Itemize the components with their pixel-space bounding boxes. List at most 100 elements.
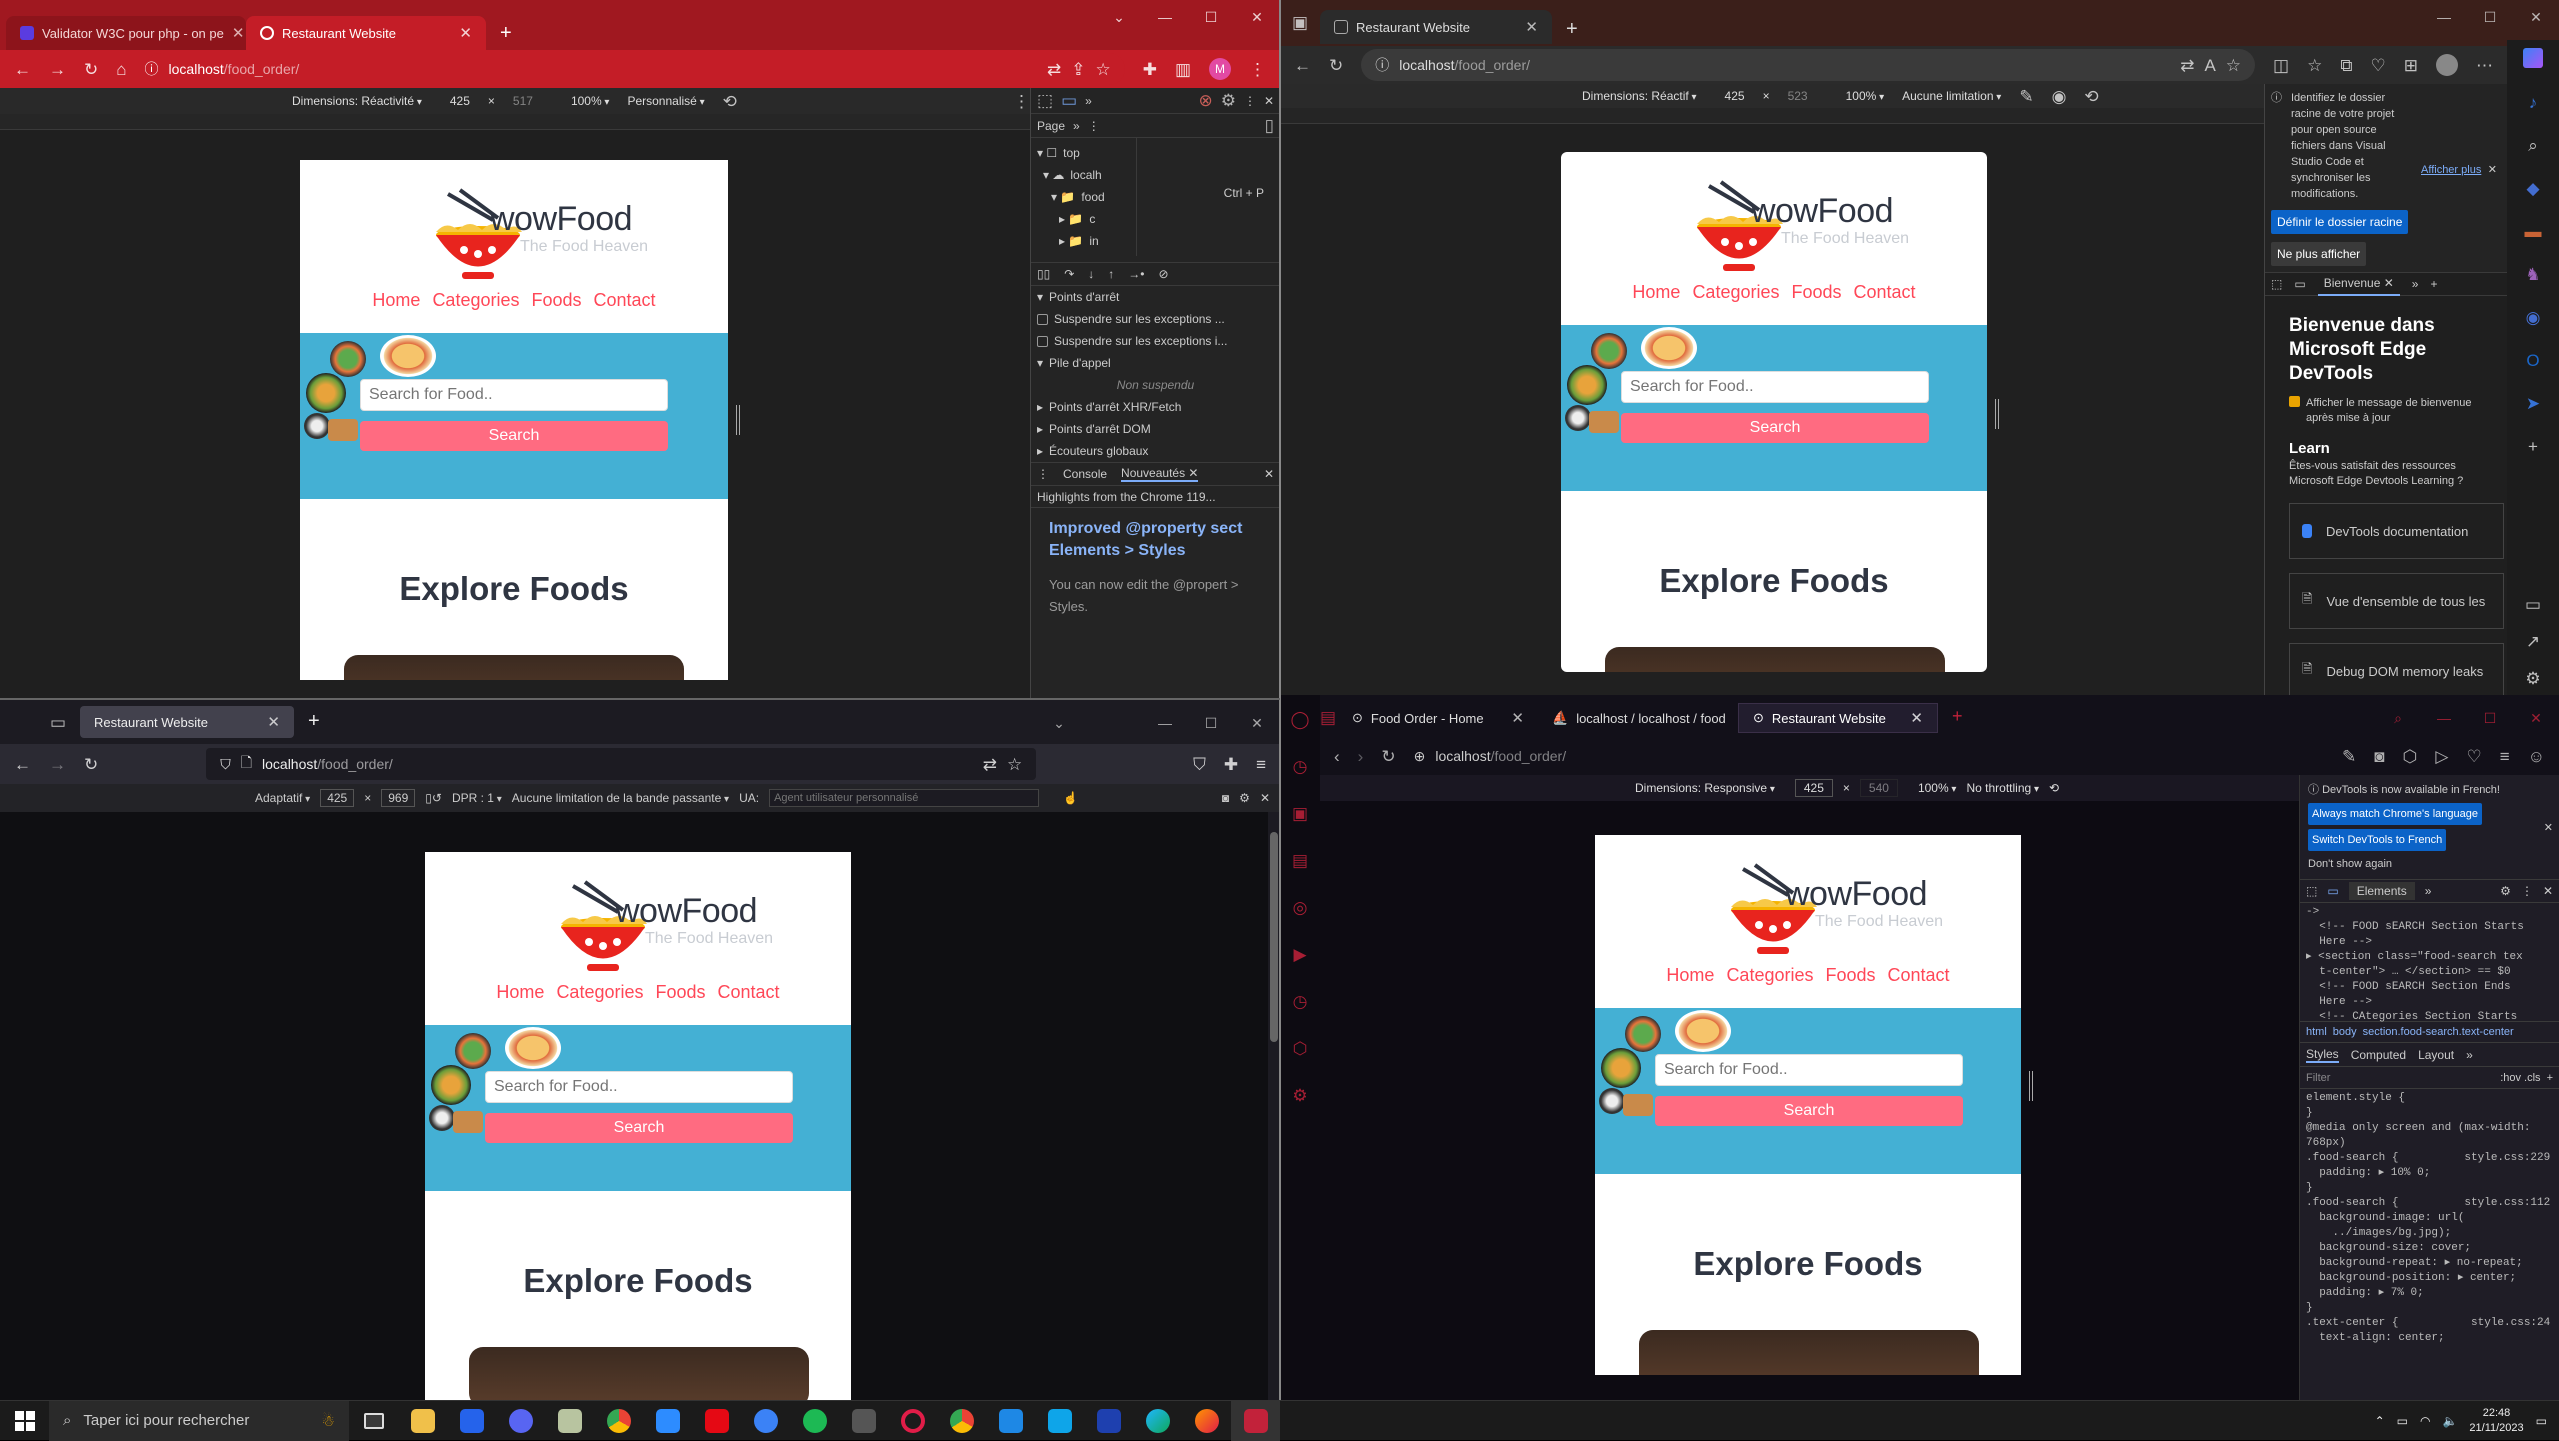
close-window-icon[interactable]: ✕ xyxy=(1234,0,1280,34)
address-bar[interactable]: ⛉ 🗋 localhost/food_order/ ⇄ ☆ xyxy=(206,748,1037,780)
reload-icon[interactable]: ↻ xyxy=(1329,57,1343,74)
profile-icon[interactable]: ☺ xyxy=(2528,748,2545,765)
food-search-button[interactable]: Search xyxy=(1621,413,1929,443)
width-input[interactable]: 425 xyxy=(1725,89,1745,103)
wifi-icon[interactable]: ◠ xyxy=(2420,1414,2430,1428)
close-tab-icon[interactable]: ✕ xyxy=(1910,709,1923,727)
tab-welcome[interactable]: Bienvenue ✕ xyxy=(2317,272,2400,296)
edit-icon[interactable]: ✎ xyxy=(2342,748,2356,765)
tab-overview-icon[interactable]: ▭ xyxy=(50,714,66,731)
maximize-icon[interactable]: ☐ xyxy=(2467,0,2513,34)
discord-icon[interactable]: ◎ xyxy=(1293,899,1308,916)
crumb-section[interactable]: section.food-search.text-center xyxy=(2363,1026,2514,1038)
nav-contact[interactable]: Contact xyxy=(718,982,780,1003)
tab-phpmyadmin[interactable]: ⛵ localhost / localhost / food xyxy=(1538,703,1738,733)
nav-contact[interactable]: Contact xyxy=(1854,282,1916,303)
gx-corner-icon[interactable]: ▣ xyxy=(1292,805,1308,822)
tree-item[interactable]: ▾ 📁 food xyxy=(1031,186,1136,208)
new-tab-button[interactable]: + xyxy=(486,16,526,50)
close-tab-icon[interactable]: ✕ xyxy=(1511,709,1524,727)
eyedropper-icon[interactable]: ✎ xyxy=(2019,88,2033,105)
more-icon[interactable]: ⋮ xyxy=(1013,93,1030,110)
device-icon[interactable]: ▭ xyxy=(1061,92,1077,109)
step-out-icon[interactable]: ↑ xyxy=(1108,267,1114,281)
heart-icon[interactable]: ♡ xyxy=(2466,748,2481,765)
forward-icon[interactable]: › xyxy=(1358,748,1364,765)
settings-icon[interactable]: ⚙ xyxy=(1292,1087,1307,1104)
zoom-select[interactable]: 100% xyxy=(1918,781,1957,795)
pocket-icon[interactable]: ⛉ xyxy=(1193,756,1206,773)
height-input[interactable]: 540 xyxy=(1859,779,1898,797)
dimensions-select[interactable]: Dimensions: Responsive xyxy=(1635,781,1775,795)
tab-computed[interactable]: Computed xyxy=(2351,1048,2406,1062)
food-search-input[interactable] xyxy=(485,1071,793,1103)
address-bar[interactable]: ⊕ localhost/food_order/ xyxy=(1414,740,2324,772)
tab-food-order-home[interactable]: ⊙ Food Order - Home ✕ xyxy=(1338,703,1538,733)
section-xhr[interactable]: ▸ Points d'arrêt XHR/Fetch xyxy=(1031,396,1280,418)
food-search-input[interactable] xyxy=(1655,1054,1963,1086)
new-tab-button[interactable]: + xyxy=(1938,699,1977,733)
camera-icon[interactable]: ◙ xyxy=(2374,748,2384,765)
set-root-folder-button[interactable]: Définir le dossier racine xyxy=(2271,210,2409,234)
tab-restaurant-website[interactable]: Restaurant Website ✕ xyxy=(1320,10,1552,44)
rotate-icon[interactable]: ⟲ xyxy=(2049,781,2059,795)
read-aloud-icon[interactable]: A xyxy=(2204,57,2215,74)
device-icon[interactable]: ▭ xyxy=(2327,884,2338,898)
chrome-profile-icon[interactable] xyxy=(937,1401,986,1441)
mode-select[interactable]: Adaptatif xyxy=(255,791,310,805)
nav-categories[interactable]: Categories xyxy=(432,290,519,311)
pause-caught-checkbox[interactable]: Suspendre sur les exceptions i... xyxy=(1031,330,1280,352)
throttle-select[interactable]: Aucune limitation xyxy=(1902,89,2001,103)
sidepanel-icon[interactable]: ▥ xyxy=(1175,61,1191,78)
address-bar[interactable]: ⓘ localhost/food_order/ ⇄ ⇪ ☆ xyxy=(144,53,1125,85)
minimize-icon[interactable]: — xyxy=(1142,706,1188,740)
rotate-icon[interactable]: ▯↺ xyxy=(425,791,442,805)
close-notice-icon[interactable]: ✕ xyxy=(2544,819,2553,837)
resize-handle[interactable] xyxy=(1995,399,1999,429)
nav-foods[interactable]: Foods xyxy=(655,982,705,1003)
maximize-icon[interactable]: ☐ xyxy=(1188,706,1234,740)
copilot-icon[interactable] xyxy=(2523,48,2543,68)
tab-whats-new[interactable]: Nouveautés ✕ xyxy=(1121,466,1199,482)
translate-icon[interactable]: ⇄ xyxy=(983,756,997,773)
zoom-icon[interactable] xyxy=(643,1401,692,1441)
tab-validator[interactable]: Validator W3C pour php - on pe ✕ xyxy=(6,16,246,50)
rotate-icon[interactable]: ⟲ xyxy=(723,93,737,110)
close-rdm-icon[interactable]: ✕ xyxy=(1260,791,1270,805)
maximize-icon[interactable]: ☐ xyxy=(1188,0,1234,34)
throttle-select[interactable]: Personnalisé xyxy=(627,94,704,108)
hov-cls[interactable]: :hov .cls xyxy=(2500,1072,2540,1084)
close-drawer-icon[interactable]: ✕ xyxy=(1264,467,1274,481)
opera-logo-icon[interactable]: ◯ xyxy=(1290,711,1309,728)
touch-icon[interactable]: ☝ xyxy=(1063,791,1078,805)
crumb-html[interactable]: html xyxy=(2306,1026,2327,1038)
menu-icon[interactable]: ≡ xyxy=(2500,748,2510,765)
doc-card[interactable]: 🗎 Vue d'ensemble de tous les xyxy=(2289,573,2504,629)
dom-tree[interactable]: -> <!-- FOOD sEARCH Section Starts Here … xyxy=(2300,903,2559,1023)
food-search-button[interactable]: Search xyxy=(1655,1096,1963,1126)
vscode-icon[interactable] xyxy=(986,1401,1035,1441)
eye-icon[interactable]: ◉ xyxy=(2052,88,2067,105)
bell-icon[interactable]: ♪ xyxy=(2529,94,2538,111)
bookmark-star-icon[interactable]: ☆ xyxy=(1007,756,1022,773)
menu-icon[interactable]: ⋮ xyxy=(1249,61,1266,78)
profile-avatar[interactable] xyxy=(2436,54,2458,76)
food-search-input[interactable] xyxy=(360,379,668,411)
section-breakpoints[interactable]: ▾ Points d'arrêt xyxy=(1031,286,1280,308)
height-input[interactable]: 969 xyxy=(381,789,416,807)
spotify-icon[interactable] xyxy=(790,1401,839,1441)
taskbar-search[interactable]: ⌕ Taper ici pour rechercher ☃ xyxy=(49,1400,349,1441)
nav-home[interactable]: Home xyxy=(1666,965,1714,986)
tree-item[interactable]: ▸ 📁 in xyxy=(1031,230,1136,252)
dimensions-select[interactable]: Dimensions: Réactif xyxy=(1582,89,1697,103)
network-icon[interactable]: ▭ xyxy=(2397,1414,2408,1428)
nav-home[interactable]: Home xyxy=(1632,282,1680,303)
favorite-star-icon[interactable]: ☆ xyxy=(2226,57,2241,74)
close-window-icon[interactable]: ✕ xyxy=(2513,701,2559,735)
workspaces-icon[interactable]: ▣ xyxy=(1292,14,1308,31)
deactivate-breakpoints-icon[interactable]: ⊘ xyxy=(1158,267,1168,281)
close-tab-icon[interactable]: ✕ xyxy=(1525,18,1538,36)
doc-card[interactable]: DevTools documentation xyxy=(2289,503,2504,559)
height-input[interactable]: 523 xyxy=(1788,89,1808,103)
split-screen-icon[interactable]: ◫ xyxy=(2273,57,2289,74)
